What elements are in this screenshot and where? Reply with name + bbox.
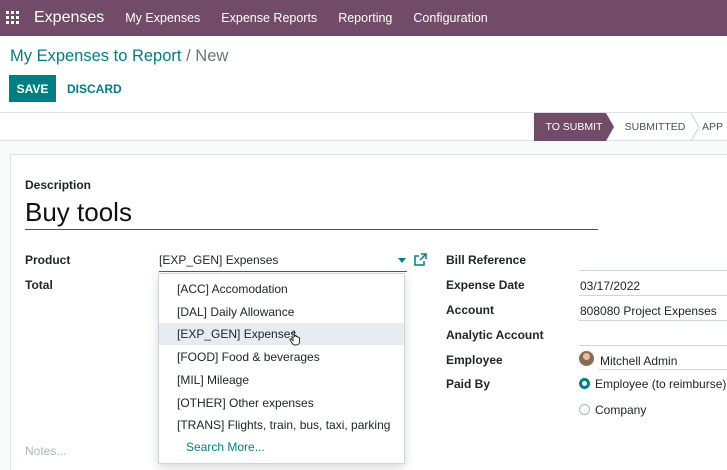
- dropdown-item[interactable]: [DAL] Daily Allowance: [159, 301, 404, 323]
- nav-expense-reports[interactable]: Expense Reports: [221, 11, 317, 25]
- account-label: Account: [446, 303, 494, 317]
- description-label: Description: [25, 178, 92, 192]
- control-panel: My Expenses to Report / New SAVE DISCARD: [0, 36, 727, 113]
- analytic-account-label: Analytic Account: [446, 328, 544, 342]
- expense-date-value: 03/17/2022: [580, 279, 641, 293]
- nav-configuration[interactable]: Configuration: [413, 11, 487, 25]
- total-label: Total: [25, 278, 53, 292]
- dropdown-item[interactable]: [FOOD] Food & beverages: [159, 346, 404, 368]
- search-more-link[interactable]: Search More...: [159, 436, 404, 458]
- dropdown-item[interactable]: [ACC] Accomodation: [159, 278, 404, 300]
- stage-approved[interactable]: APP: [702, 113, 727, 141]
- save-button[interactable]: SAVE: [9, 75, 56, 102]
- app-brand[interactable]: Expenses: [34, 9, 104, 27]
- app-grid-icon[interactable]: [6, 11, 20, 25]
- dropdown-item[interactable]: [EXP_GEN] Expenses: [159, 323, 404, 345]
- paid-by-company-radio[interactable]: [579, 404, 590, 415]
- stage-to-submit[interactable]: TO SUBMIT: [534, 113, 614, 141]
- external-link-icon[interactable]: [414, 253, 427, 266]
- dropdown-item[interactable]: [OTHER] Other expenses: [159, 392, 404, 414]
- nav-reporting[interactable]: Reporting: [338, 11, 392, 25]
- breadcrumb-current: New: [195, 47, 229, 65]
- chevron-down-icon[interactable]: [398, 258, 406, 263]
- paid-by-company-label[interactable]: Company: [595, 403, 646, 417]
- expense-date-label: Expense Date: [446, 278, 525, 292]
- product-dropdown: [ACC] Accomodation [DAL] Daily Allowance…: [158, 273, 405, 464]
- product-input[interactable]: [EXP_GEN] Expenses: [159, 251, 407, 272]
- dropdown-item[interactable]: [TRANS] Flights, train, bus, taxi, parki…: [159, 414, 404, 436]
- description-input[interactable]: Buy tools: [25, 196, 598, 230]
- status-bar: TO SUBMIT SUBMITTED APP: [0, 113, 727, 141]
- breadcrumb-parent[interactable]: My Expenses to Report: [10, 47, 182, 65]
- breadcrumb-separator: /: [186, 47, 191, 65]
- analytic-account-input[interactable]: [579, 325, 727, 346]
- hand-cursor-icon: [289, 330, 301, 346]
- breadcrumb: My Expenses to Report / New: [10, 47, 228, 66]
- stage-chevron-icon: [690, 113, 700, 141]
- dropdown-item[interactable]: [MIL] Mileage: [159, 369, 404, 391]
- nav-my-expenses[interactable]: My Expenses: [125, 11, 200, 25]
- expense-date-input[interactable]: 03/17/2022: [579, 275, 727, 296]
- discard-button[interactable]: DISCARD: [67, 75, 122, 102]
- account-input[interactable]: 808080 Project Expenses: [579, 300, 727, 321]
- top-navbar: Expenses My Expenses Expense Reports Rep…: [0, 0, 727, 36]
- employee-value: Mitchell Admin: [600, 354, 678, 368]
- product-label: Product: [25, 253, 71, 267]
- bill-reference-label: Bill Reference: [446, 253, 527, 267]
- account-value: 808080 Project Expenses: [580, 304, 717, 318]
- employee-input[interactable]: Mitchell Admin: [599, 349, 727, 370]
- notes-input[interactable]: Notes...: [25, 444, 66, 458]
- paid-by-employee-label[interactable]: Employee (to reimburse): [595, 377, 726, 391]
- employee-label: Employee: [446, 353, 503, 367]
- paid-by-employee-radio[interactable]: [579, 378, 590, 389]
- paid-by-label: Paid By: [446, 377, 491, 391]
- stage-submitted[interactable]: SUBMITTED: [619, 113, 691, 141]
- avatar: [579, 351, 594, 366]
- bill-reference-input[interactable]: [579, 250, 727, 271]
